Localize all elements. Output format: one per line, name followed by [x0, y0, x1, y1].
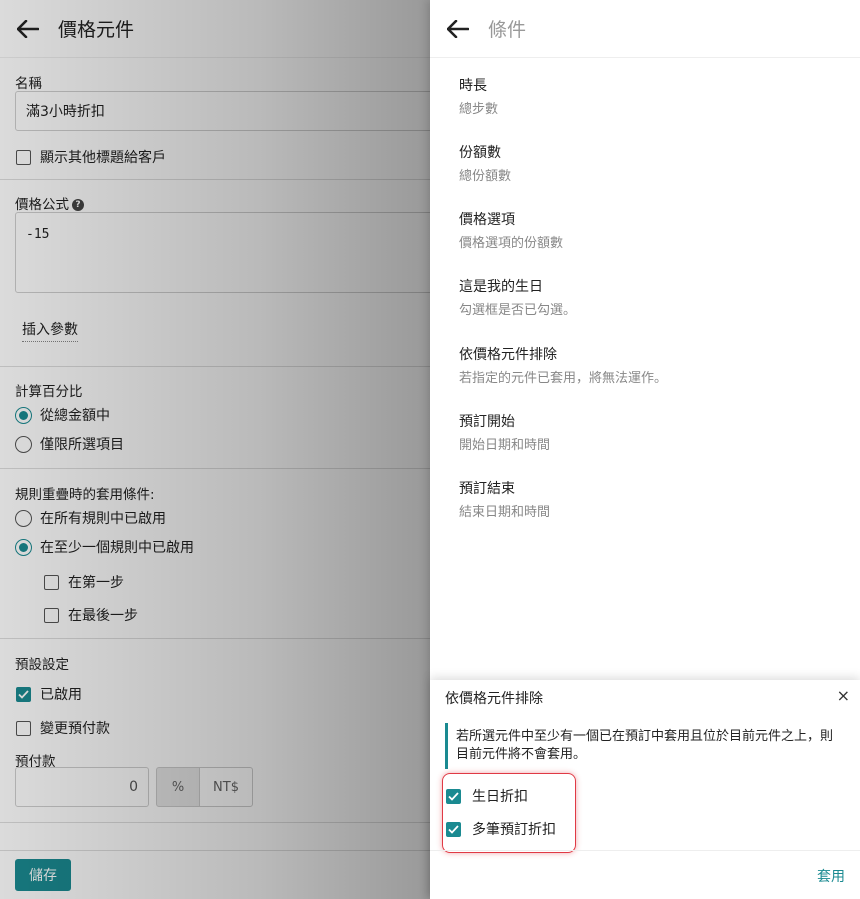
radio-from-total[interactable]: 從總金額中: [15, 405, 110, 425]
divider: [0, 468, 430, 469]
name-label: 名稱: [15, 76, 42, 92]
radio-all-rules[interactable]: 在所有規則中已啟用: [15, 508, 166, 528]
check-icon[interactable]: [446, 821, 461, 837]
divider: [0, 850, 430, 851]
formula-label: 價格公式?: [15, 193, 84, 213]
condition-price-options[interactable]: 價格選項 價格選項的份額數: [459, 209, 563, 251]
conditions-panel: 條件 時長 總步數 份額數 總份額數 價格選項 價格選項的份額數 這是我的生日 …: [430, 0, 860, 899]
overlap-label: 規則重疊時的套用條件:: [15, 487, 155, 503]
change-prepay-checkbox[interactable]: 變更預付款: [16, 718, 110, 738]
defaults-label: 預設設定: [15, 657, 69, 673]
highlight-box: [442, 773, 576, 853]
check-icon[interactable]: [446, 788, 461, 804]
back-arrow-icon[interactable]: [16, 17, 40, 41]
close-icon[interactable]: ×: [837, 686, 850, 705]
unit-percent-button[interactable]: %: [156, 767, 200, 807]
prepay-input[interactable]: 0: [15, 767, 149, 807]
checkbox-box[interactable]: [16, 149, 31, 165]
divider: [430, 850, 860, 851]
option-birthday-discount[interactable]: 生日折扣: [446, 786, 528, 806]
percent-label: 計算百分比: [15, 384, 83, 400]
last-step-checkbox[interactable]: 在最後一步: [44, 605, 138, 625]
save-button[interactable]: 儲存: [15, 859, 71, 891]
radio-at-least-one-rule[interactable]: 在至少一個規則中已啟用: [15, 537, 194, 557]
apply-button[interactable]: 套用: [817, 866, 845, 886]
panel-header: 條件: [430, 0, 860, 58]
divider: [0, 179, 430, 180]
condition-booking-end[interactable]: 預訂結束 結束日期和時間: [459, 478, 550, 520]
page-title: 價格元件: [58, 19, 135, 41]
condition-birthday[interactable]: 這是我的生日 勾選框是否已勾選。: [459, 276, 576, 318]
help-icon[interactable]: ?: [72, 199, 84, 211]
unit-currency-button[interactable]: NT$: [199, 767, 253, 807]
show-other-title-checkbox[interactable]: 顯示其他標題給客戶: [16, 147, 166, 167]
page-header: 價格元件: [0, 0, 430, 58]
divider: [0, 638, 430, 639]
condition-duration[interactable]: 時長 總步數: [459, 75, 498, 117]
formula-input[interactable]: -15: [15, 212, 435, 293]
condition-shares[interactable]: 份額數 總份額數: [459, 142, 511, 184]
exclude-component-popup: 依價格元件排除 × 若所選元件中至少有一個已在預訂中套用且位於目前元件之上，則目…: [430, 680, 860, 899]
option-multi-booking-discount[interactable]: 多筆預訂折扣: [446, 819, 556, 839]
check-icon[interactable]: [16, 686, 31, 702]
panel-title: 條件: [488, 19, 527, 41]
popup-notice: 若所選元件中至少有一個已在預訂中套用且位於目前元件之上，則目前元件將不會套用。: [445, 723, 845, 769]
first-step-checkbox[interactable]: 在第一步: [44, 572, 124, 592]
enabled-checkbox[interactable]: 已啟用: [16, 684, 82, 704]
back-arrow-icon[interactable]: [446, 17, 470, 41]
radio-selected-items[interactable]: 僅限所選項目: [15, 434, 124, 454]
insert-parameter-link[interactable]: 插入參數: [22, 319, 78, 342]
popup-title: 依價格元件排除: [445, 691, 543, 707]
condition-booking-start[interactable]: 預訂開始 開始日期和時間: [459, 411, 550, 453]
divider: [0, 822, 430, 823]
name-input[interactable]: 滿3小時折扣: [15, 91, 435, 131]
condition-exclude-by-component[interactable]: 依價格元件排除 若指定的元件已套用，將無法運作。: [459, 344, 667, 386]
divider: [0, 366, 430, 367]
